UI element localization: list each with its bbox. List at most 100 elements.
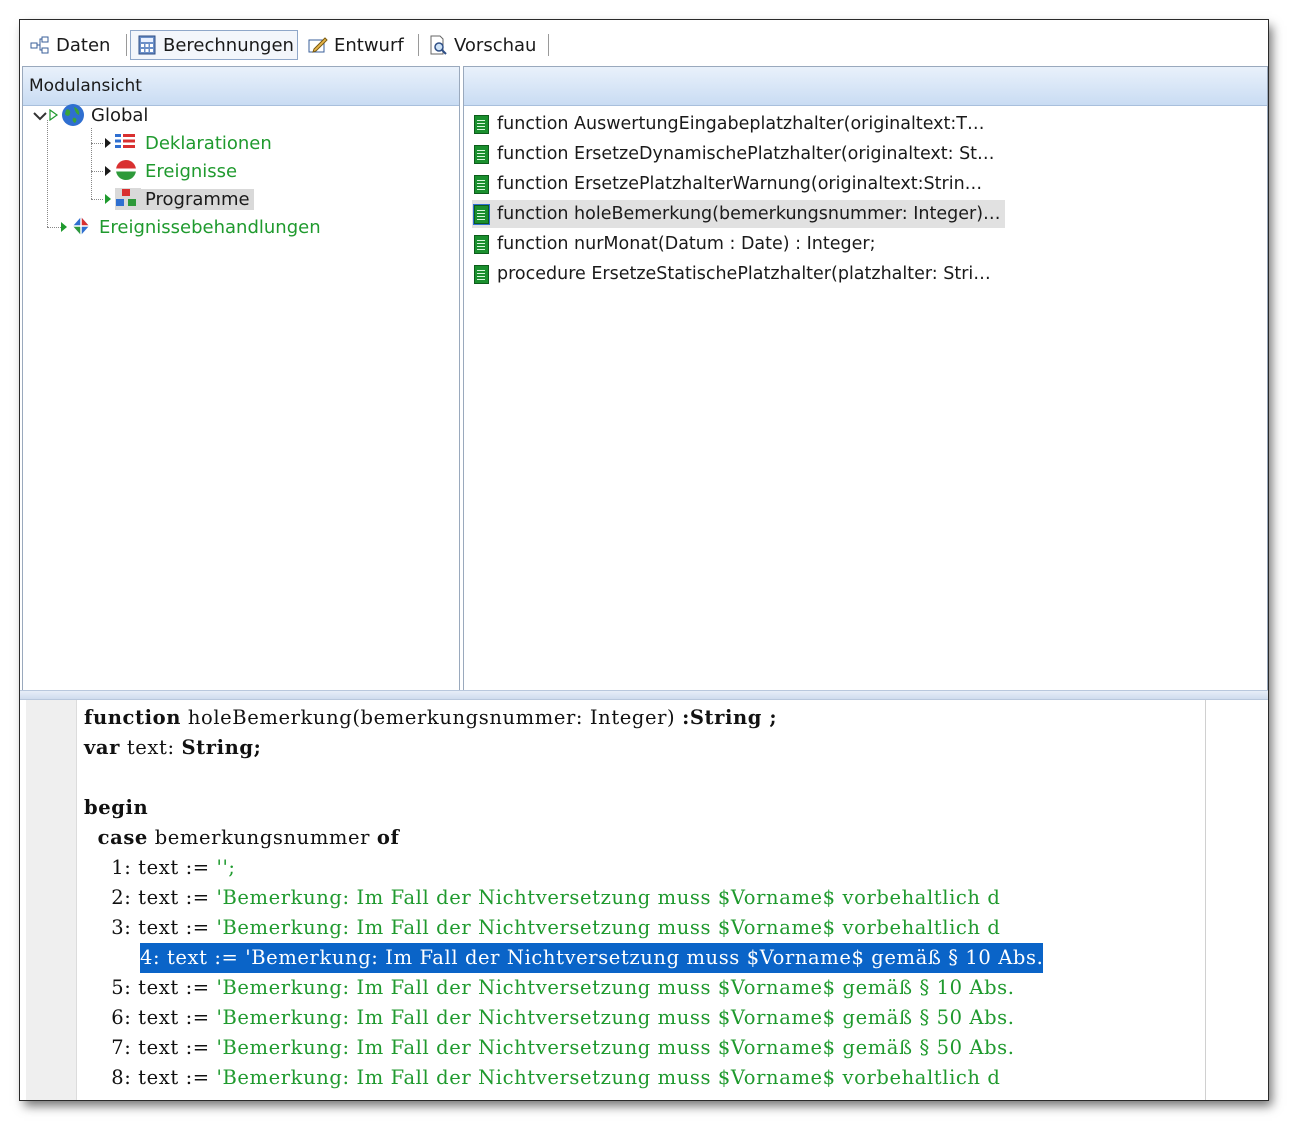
case-prefix: 5: text := [84,976,217,999]
tree-node-global[interactable]: Global [33,102,152,128]
tree-node-label: Deklarationen [145,132,272,154]
code-document-icon [474,234,489,254]
code-line[interactable]: var text: String; [84,733,261,763]
declarations-icon [115,133,141,153]
tree-connector [91,171,103,172]
code-line[interactable]: case bemerkungsnummer of [84,823,399,853]
string-literal: 'Bemerkung: Im Fall der Nichtversetzung … [216,886,1001,909]
expand-arrow-icon[interactable] [105,194,111,204]
function-item[interactable]: procedure ErsetzeStatischePlatzhalter(pl… [474,260,995,288]
tab-berechnungen[interactable]: Berechnungen [130,30,298,60]
case-prefix: 6: text := [84,1006,217,1029]
function-item[interactable]: function ErsetzeDynamischePlatzhalter(or… [474,140,999,168]
code-line[interactable]: function holeBemerkung(bemerkungsnummer:… [84,703,777,733]
tab-separator [418,34,419,56]
keyword: case [97,826,148,849]
code-document-icon [474,114,489,134]
editor-gutter [26,700,77,1100]
tree-node-ereignisse[interactable]: Ereignisse [105,158,241,184]
function-item[interactable]: function nurMonat(Datum : Date) : Intege… [474,230,879,258]
string-literal: 'Bemerkung: Im Fall der Nichtversetzung … [216,1036,1015,1059]
code-document-icon [474,144,489,164]
keyword: :String ; [682,706,778,729]
tree-node-label: Global [91,104,149,126]
code-line[interactable]: begin [84,793,148,823]
module-window: Daten Berechnungen Entwurf Vorschau Modu… [20,20,1268,1100]
tab-separator [126,34,127,56]
programs-icon [115,188,141,210]
string-literal: 'Bemerkung: Im Fall der Nichtversetzung … [216,976,1015,999]
case-line[interactable]: 7: text := 'Bemerkung: Im Fall der Nicht… [84,1033,1015,1063]
string-literal: 'Bemerkung: Im Fall der Nichtversetzung … [216,916,1001,939]
expand-arrow-icon[interactable] [61,222,67,232]
keyword: begin [84,796,149,819]
case-prefix: 3: text := [84,916,217,939]
tree-node-ereignissebehandlungen[interactable]: Ereignissebehandlungen [61,214,325,240]
case-line[interactable]: 6: text := 'Bemerkung: Im Fall der Nicht… [84,1003,1015,1033]
tree-connector [91,143,103,144]
function-item-selected[interactable]: function holeBemerkung(bemerkungsnummer:… [472,200,1005,228]
events-icon [115,159,141,183]
case-prefix: 4: text := [140,946,246,969]
expand-arrow-icon[interactable] [105,138,111,148]
tree-node-label: Ereignisse [145,160,238,182]
pane-splitter[interactable] [20,690,1268,700]
tree-node-deklarationen[interactable]: Deklarationen [105,130,276,156]
tab-label: Vorschau [454,34,537,56]
case-line[interactable]: 5: text := 'Bemerkung: Im Fall der Nicht… [84,973,1015,1003]
code-text: bemerkungsnummer [147,826,377,849]
module-view-header: Modulansicht [23,67,459,106]
case-line[interactable]: 4: text := 'Bemerkung: Im Fall der Nicht… [140,943,1044,973]
tab-vorschau[interactable]: Vorschau [422,30,542,60]
tree-connector [47,120,48,227]
function-item[interactable]: function ErsetzePlatzhalterWarnung(origi… [474,170,986,198]
string-literal: 'Bemerkung: Im Fall der Nichtversetzung … [216,1006,1015,1029]
tree-connector [47,227,61,228]
string-literal: ''; [216,856,236,879]
code-document-icon [474,174,489,194]
function-signature: function AuswertungEingabeplatzhalter(or… [497,114,985,134]
function-signature: function holeBemerkung(bemerkungsnummer:… [497,204,1001,224]
case-line[interactable]: 8: text := 'Bemerkung: Im Fall der Nicht… [84,1063,1000,1093]
case-line[interactable]: 2: text := 'Bemerkung: Im Fall der Nicht… [84,883,1000,913]
keyword: of [376,826,400,849]
tree-node-programme[interactable]: Programme [105,186,254,212]
function-item[interactable]: function AuswertungEingabeplatzhalter(or… [474,110,988,138]
function-list-header [464,67,1267,106]
case-line[interactable]: 1: text := ''; [84,853,236,883]
case-line[interactable]: 3: text := 'Bemerkung: Im Fall der Nicht… [84,913,1000,943]
function-signature: function ErsetzeDynamischePlatzhalter(or… [497,144,995,164]
edit-pencil-icon [308,35,328,55]
tab-label: Entwurf [334,34,404,56]
preview-magnifier-icon [428,35,448,55]
code-text: holeBemerkung(bemerkungsnummer: Integer) [181,706,683,729]
tab-bar: Daten Berechnungen Entwurf Vorschau [20,20,1268,64]
tab-label: Berechnungen [163,34,294,56]
tab-label: Daten [56,34,111,56]
keyword: var [84,736,121,759]
tab-entwurf[interactable]: Entwurf [302,30,410,60]
function-signature: procedure ErsetzeStatischePlatzhalter(pl… [497,264,991,284]
code-editor[interactable]: function holeBemerkung(bemerkungsnummer:… [20,700,1268,1100]
expand-arrow-icon [49,105,61,126]
tree-connector [91,199,103,200]
function-list-pane: function AuswertungEingabeplatzhalter(or… [463,66,1268,692]
tree-node-label: Programme [141,188,254,210]
tree-node-label: Ereignissebehandlungen [99,216,321,238]
code-text: text: [120,736,182,759]
globe-icon [61,103,87,127]
tree-connector [91,128,92,199]
chevron-down-icon[interactable] [33,105,49,126]
expand-arrow-icon[interactable] [105,166,111,176]
data-structure-icon [30,35,50,55]
code-document-icon [473,203,490,225]
keyword: function [84,706,182,729]
calculator-icon [137,35,157,55]
code-document-icon [474,264,489,284]
case-prefix: 2: text := [84,886,217,909]
tab-separator [548,34,549,56]
string-literal: 'Bemerkung: Im Fall der Nichtversetzung … [245,946,1044,969]
function-signature: function nurMonat(Datum : Date) : Intege… [497,234,876,254]
keyword: String; [181,736,262,759]
tab-daten[interactable]: Daten [24,30,116,60]
